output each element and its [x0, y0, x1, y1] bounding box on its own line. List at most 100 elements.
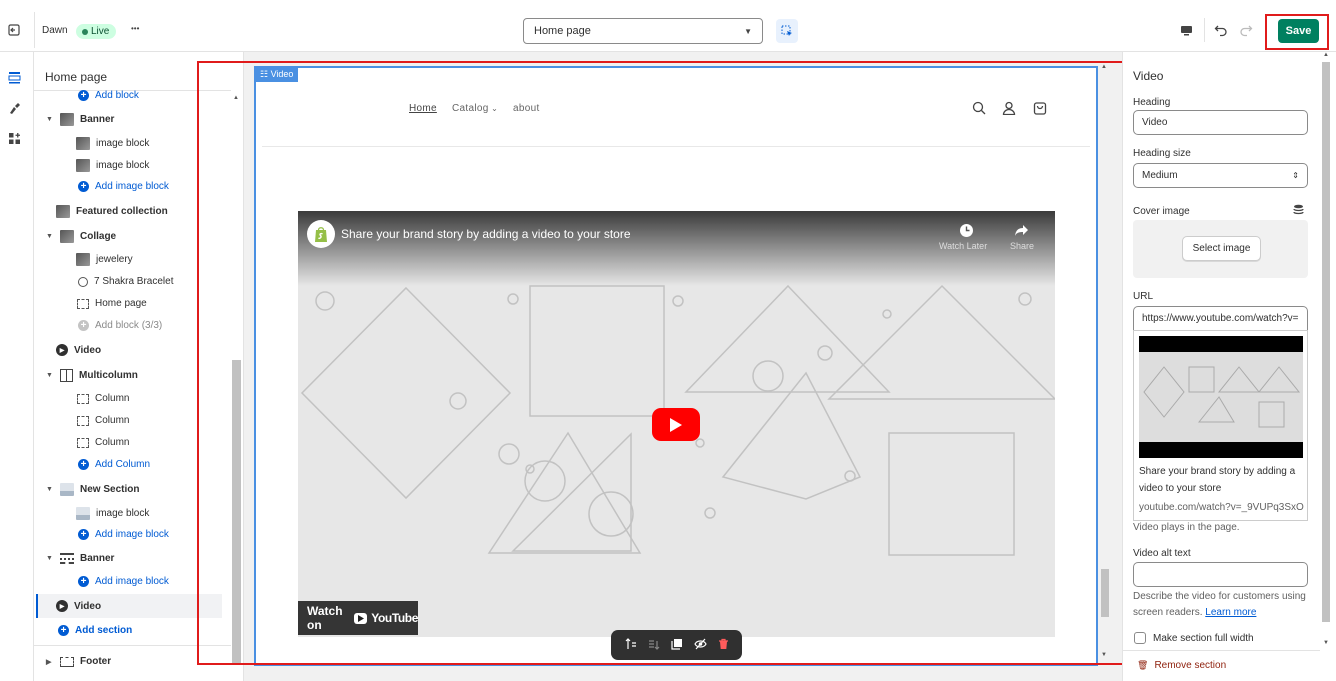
- undo-icon[interactable]: [1213, 22, 1229, 38]
- page-select[interactable]: Home page ▼: [523, 18, 763, 44]
- learn-more-link[interactable]: Learn more: [1205, 607, 1256, 618]
- sidebar-item-home-page[interactable]: Home page: [77, 298, 147, 309]
- canvas-highlight: [197, 61, 1186, 665]
- url-label: URL: [1133, 291, 1154, 302]
- sidebar-item-add-block-disabled: + Add block (3/3): [78, 320, 162, 331]
- live-label: Live: [91, 26, 110, 37]
- image-thumb-icon: [60, 113, 74, 126]
- sidebar-item-column[interactable]: Column: [77, 437, 129, 448]
- sidebar-item-featured-collection[interactable]: Featured collection: [56, 205, 168, 218]
- sidebar-item-video[interactable]: ▶ Video: [56, 344, 101, 356]
- sidebar-item-image-block[interactable]: image block: [76, 137, 149, 150]
- sidebar-item-product[interactable]: 7 Shakra Bracelet: [78, 276, 174, 287]
- sidebar-item-label: Column: [95, 437, 130, 448]
- caret-down-icon: ▼: [46, 555, 53, 562]
- page-block-icon: [77, 298, 89, 309]
- image-thumb-icon: [76, 137, 90, 150]
- save-highlight: [1265, 14, 1329, 50]
- sidebar-item-multicolumn[interactable]: ▼ Multicolumn: [46, 369, 138, 382]
- sidebar-item-label: Add image block: [95, 576, 169, 587]
- scroll-up-icon[interactable]: ▲: [1323, 52, 1329, 58]
- play-icon: ▶: [56, 600, 68, 612]
- sidebar-item-footer[interactable]: ▶ Footer: [46, 656, 111, 667]
- remove-section-button[interactable]: 🗑 Remove section: [1137, 660, 1226, 671]
- full-width-checkbox-row[interactable]: Make section full width: [1134, 632, 1254, 644]
- alt-text-help: Describe the video for customers using s…: [1133, 589, 1313, 621]
- sidebar-item-add-image-block[interactable]: + Add image block: [78, 529, 169, 540]
- page-select-value: Home page: [534, 25, 591, 37]
- exit-icon[interactable]: [6, 22, 22, 38]
- banner-icon: [60, 553, 74, 564]
- sidebar-item-video-selected[interactable]: ▶ Video: [56, 600, 101, 612]
- image-thumb-icon: [76, 159, 90, 172]
- url-preview-title: Share your brand story by adding a video…: [1139, 466, 1296, 494]
- sidebar-item-image-block[interactable]: image block: [76, 507, 149, 520]
- sidebar-item-add-column[interactable]: + Add Column: [78, 459, 150, 470]
- sidebar-item-add-block[interactable]: + Add block: [78, 90, 139, 101]
- sidebar-title: Home page: [45, 70, 108, 84]
- alt-text-input[interactable]: [1133, 562, 1308, 587]
- sidebar-item-banner[interactable]: ▼ Banner: [46, 113, 114, 126]
- heading-size-label: Heading size: [1133, 148, 1191, 159]
- play-icon: ▶: [56, 344, 68, 356]
- divider: [1122, 650, 1320, 651]
- sidebar-item-label: New Section: [80, 484, 140, 495]
- sections-icon[interactable]: [5, 68, 23, 86]
- plus-icon: +: [78, 459, 89, 470]
- image-thumb-icon: [76, 253, 90, 266]
- sidebar-item-label: image block: [96, 138, 150, 149]
- live-badge: Live: [76, 24, 117, 39]
- sidebar-item-banner-2[interactable]: ▼ Banner: [46, 553, 114, 564]
- full-width-checkbox[interactable]: [1134, 632, 1146, 644]
- product-icon: [78, 276, 88, 287]
- sidebar-item-collage[interactable]: ▼ Collage: [46, 230, 116, 243]
- image-thumb-icon: [60, 230, 74, 243]
- dynamic-source-icon[interactable]: [1292, 203, 1304, 215]
- desktop-view-icon[interactable]: [1178, 22, 1194, 38]
- caret-right-icon: ▶: [46, 658, 52, 666]
- sidebar-item-column[interactable]: Column: [77, 415, 129, 426]
- theme-settings-icon[interactable]: [5, 99, 23, 117]
- footer-icon: [60, 656, 74, 667]
- sidebar-item-label: Footer: [80, 656, 112, 667]
- sidebar-item-image-block[interactable]: image block: [76, 159, 149, 172]
- sidebar-item-add-image-block[interactable]: + Add image block: [78, 181, 169, 192]
- url-preview-image: [1139, 352, 1303, 442]
- select-image-button[interactable]: Select image: [1182, 236, 1261, 261]
- chevron-down-icon: ▼: [744, 26, 752, 36]
- sidebar-item-new-section[interactable]: ▼ New Section: [46, 483, 139, 496]
- sidebar-item-label: Collage: [80, 231, 117, 242]
- heading-size-select[interactable]: Medium ⇕: [1133, 163, 1308, 188]
- heading-input[interactable]: Video: [1133, 110, 1308, 135]
- sidebar-item-label: Column: [95, 415, 130, 426]
- url-input[interactable]: https://www.youtube.com/watch?v=: [1133, 306, 1308, 331]
- columns-icon: [60, 369, 73, 382]
- store-name: Dawn: [42, 25, 68, 36]
- divider: [34, 12, 35, 48]
- sidebar-item-label: Video: [74, 600, 102, 612]
- sidebar-item-add-image-block[interactable]: + Add image block: [78, 576, 169, 587]
- plus-icon: +: [78, 576, 89, 587]
- add-section-button[interactable]: + Add section: [58, 625, 132, 636]
- sidebar-item-label: Add block (3/3): [95, 320, 163, 331]
- settings-title: Video: [1133, 69, 1164, 83]
- column-icon: [77, 415, 89, 426]
- heading-size-value: Medium: [1142, 170, 1178, 181]
- redo-icon[interactable]: [1238, 22, 1254, 38]
- sidebar-item-label: Add Column: [95, 459, 151, 470]
- sidebar-item-column[interactable]: Column: [77, 393, 129, 404]
- scroll-down-icon[interactable]: ▼: [1323, 640, 1329, 646]
- full-width-label: Make section full width: [1153, 632, 1254, 644]
- more-actions-button[interactable]: •••: [131, 24, 139, 33]
- inspector-button[interactable]: [776, 19, 798, 43]
- remove-section-label: Remove section: [1154, 660, 1227, 671]
- sidebar-item-label: Column: [95, 393, 130, 404]
- sidebar-item-jewelery[interactable]: jewelery: [76, 253, 133, 266]
- sidebar-item-label: Add image block: [95, 529, 169, 540]
- settings-scroll-thumb[interactable]: [1322, 62, 1330, 622]
- trash-icon: 🗑: [1137, 660, 1149, 670]
- plus-icon: +: [78, 90, 89, 101]
- plus-icon: +: [78, 529, 89, 540]
- app-embeds-icon[interactable]: [5, 129, 23, 147]
- image-thumb-icon: [76, 507, 90, 520]
